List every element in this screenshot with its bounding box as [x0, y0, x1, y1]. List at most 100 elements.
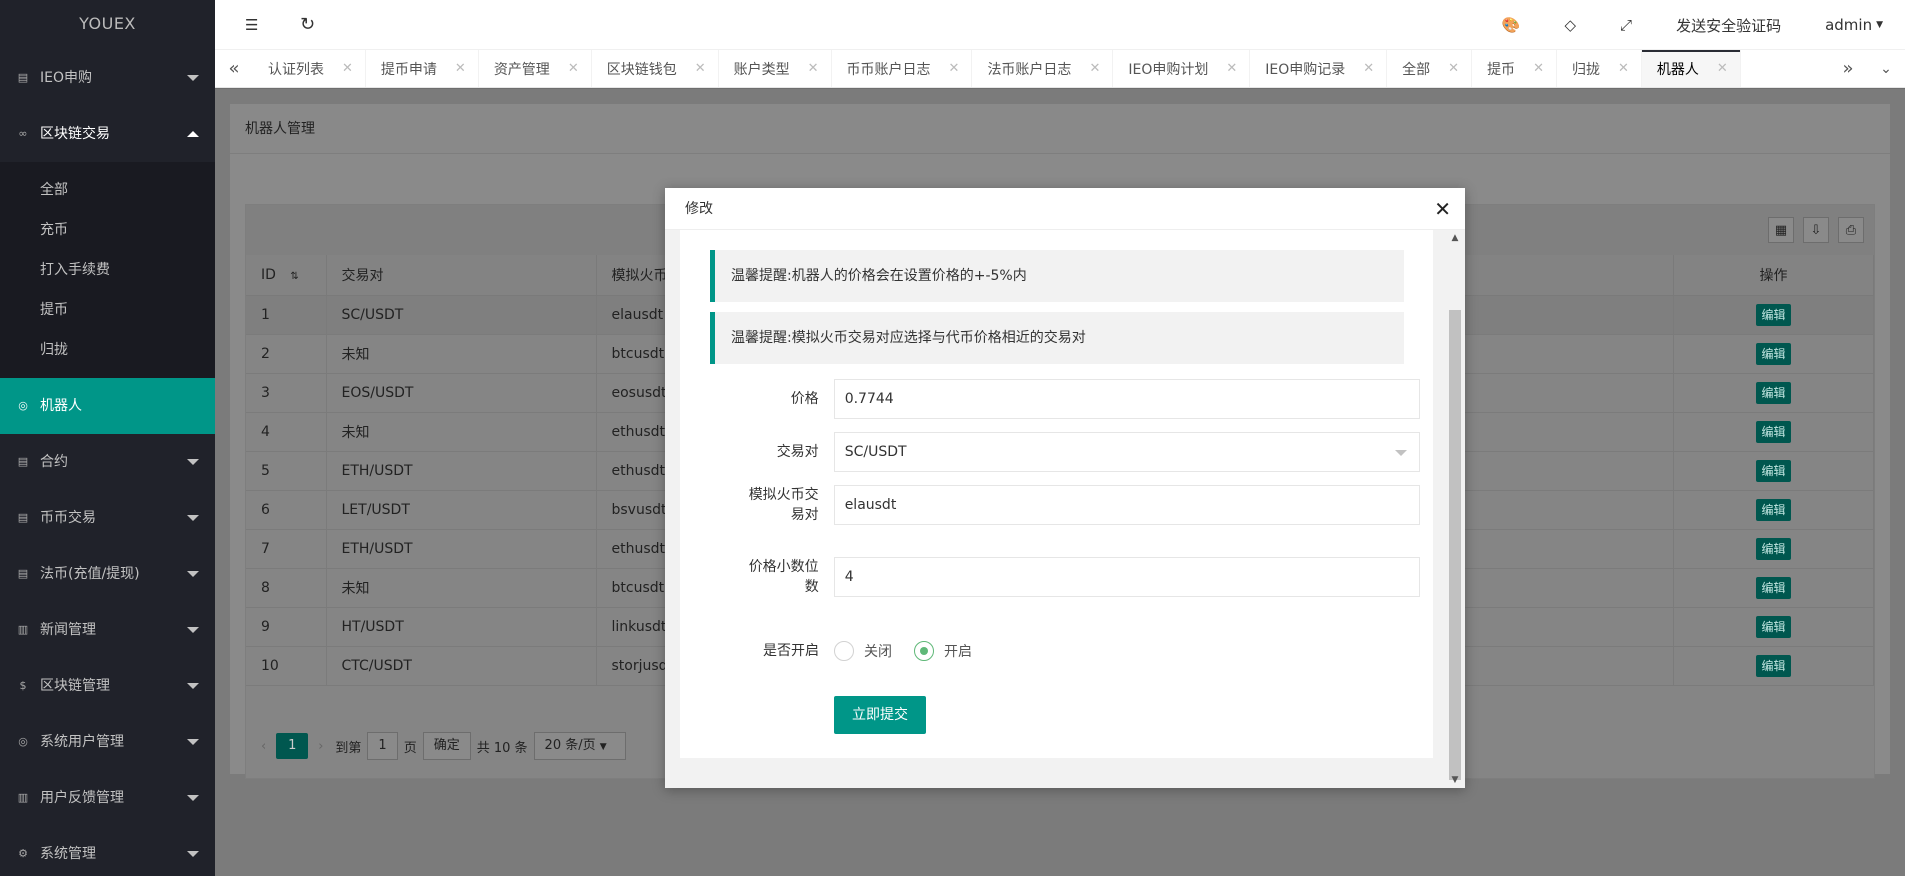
tab-ieo-plan[interactable]: IEO申购计划 ✕	[1113, 50, 1251, 87]
sidebar-item-fiat[interactable]: ▤ 法币(充值/提现)	[0, 546, 215, 602]
edit-button[interactable]: 编辑	[1756, 459, 1791, 482]
page-confirm-button[interactable]: 确定	[422, 732, 471, 760]
page-current[interactable]: 1	[276, 733, 309, 759]
fullscreen-icon[interactable]: ⤢	[1598, 16, 1654, 34]
cell-pair: ETH/USDT	[326, 451, 597, 491]
cell-pair: 未知	[326, 568, 597, 608]
scroll-down-icon[interactable]: ▼	[1449, 772, 1461, 788]
close-icon[interactable]: ✕	[1434, 188, 1451, 230]
news-icon: ▥	[17, 791, 29, 804]
close-icon[interactable]: ✕	[1363, 61, 1374, 76]
edit-button[interactable]: 编辑	[1756, 615, 1791, 638]
tab-auth-list[interactable]: 认证列表 ✕	[253, 50, 366, 87]
edit-button[interactable]: 编辑	[1756, 381, 1791, 404]
close-icon[interactable]: ✕	[455, 61, 466, 76]
tab-menu-chevron-icon[interactable]: ⌄	[1867, 50, 1905, 87]
tab-coin-log[interactable]: 币币账户日志 ✕	[832, 50, 973, 87]
refresh-icon[interactable]: ↻	[300, 0, 315, 50]
edit-button[interactable]: 编辑	[1756, 654, 1791, 677]
edit-button[interactable]: 编辑	[1756, 576, 1791, 599]
tab-withdraw[interactable]: 提币 ✕	[1472, 50, 1557, 87]
total-count: 共 10 条	[476, 740, 528, 756]
edit-button[interactable]: 编辑	[1756, 420, 1791, 443]
sim-label-line2: 易对	[790, 507, 819, 523]
document-icon: ▤	[17, 455, 29, 468]
scroll-up-icon[interactable]: ▲	[1449, 230, 1461, 246]
cell-id: 2	[246, 334, 327, 374]
close-icon[interactable]: ✕	[1089, 61, 1100, 76]
radio-off[interactable]: 关闭	[834, 641, 892, 661]
pair-select[interactable]: SC/USDT	[833, 432, 1420, 472]
tab-label: 机器人	[1656, 61, 1699, 78]
sidebar-item-news[interactable]: ▥ 新闻管理	[0, 602, 215, 658]
print-icon[interactable]: ⎙	[1838, 217, 1864, 243]
chevron-down-icon	[187, 683, 199, 689]
tab-scroll-left-icon[interactable]: «	[215, 50, 253, 87]
sidebar-subitem-deposit[interactable]: 充币	[0, 210, 215, 250]
sidebar-subitem-collect[interactable]: 归拢	[0, 330, 215, 370]
sim-input[interactable]: elausdt	[833, 485, 1420, 525]
sidebar-subitem-fee[interactable]: 打入手续费	[0, 250, 215, 290]
user-menu[interactable]: admin ▼	[1803, 16, 1905, 34]
tab-collect[interactable]: 归拢 ✕	[1557, 50, 1642, 87]
close-icon[interactable]: ✕	[808, 61, 819, 76]
sidebar-item-blockchain-trade[interactable]: ∞ 区块链交易	[0, 106, 215, 162]
close-icon[interactable]: ✕	[1618, 61, 1629, 76]
sidebar-item-sys-users[interactable]: ◎ 系统用户管理	[0, 714, 215, 770]
edit-button[interactable]: 编辑	[1756, 498, 1791, 521]
price-input[interactable]: 0.7744	[833, 379, 1420, 419]
close-icon[interactable]: ✕	[949, 61, 960, 76]
sort-icon[interactable]: ⇅	[290, 271, 298, 282]
tab-fiat-log[interactable]: 法币账户日志 ✕	[972, 50, 1114, 87]
close-icon[interactable]: ✕	[1533, 61, 1544, 76]
modal-scrollbar[interactable]: ▲ ▼	[1449, 230, 1461, 788]
close-icon[interactable]: ✕	[568, 61, 579, 76]
edit-button[interactable]: 编辑	[1756, 342, 1791, 365]
sidebar-item-contract[interactable]: ▤ 合约	[0, 434, 215, 490]
decimals-input[interactable]: 4	[833, 557, 1420, 597]
next-page-icon[interactable]: ›	[318, 739, 323, 754]
sidebar-subitem-withdraw[interactable]: 提币	[0, 290, 215, 330]
close-icon[interactable]: ✕	[1448, 61, 1459, 76]
per-page-select[interactable]: 20 条/页 ▼	[533, 732, 626, 760]
close-icon[interactable]: ✕	[1717, 61, 1728, 76]
sidebar-item-coin-trade[interactable]: ▤ 币币交易	[0, 490, 215, 546]
sidebar-item-robot[interactable]: ◎ 机器人	[0, 378, 215, 434]
sidebar-subitem-all[interactable]: 全部	[0, 170, 215, 210]
cell-actions: 编辑	[1673, 334, 1874, 374]
tab-all[interactable]: 全部 ✕	[1387, 50, 1473, 87]
cell-id: 5	[246, 451, 327, 491]
sidebar-item-system[interactable]: ⚙ 系统管理	[0, 826, 215, 876]
radio-on[interactable]: 开启	[914, 641, 972, 661]
close-icon[interactable]: ✕	[342, 61, 353, 76]
prev-page-icon[interactable]: ‹	[261, 739, 266, 754]
columns-icon[interactable]: ▦	[1768, 217, 1794, 243]
tab-wallet[interactable]: 区块链钱包 ✕	[592, 50, 719, 87]
edit-button[interactable]: 编辑	[1756, 537, 1791, 560]
submit-button[interactable]: 立即提交	[834, 696, 926, 734]
tab-withdraw-apply[interactable]: 提币申请 ✕	[366, 50, 479, 87]
edit-button[interactable]: 编辑	[1756, 303, 1791, 326]
send-code-link[interactable]: 发送安全验证码	[1654, 15, 1803, 36]
tab-robot[interactable]: 机器人 ✕	[1641, 50, 1741, 87]
sidebar-item-chain-admin[interactable]: $ 区块链管理	[0, 658, 215, 714]
pair-row: 交易对 SC/USDT	[710, 432, 1420, 472]
sidebar-item-feedback[interactable]: ▥ 用户反馈管理	[0, 770, 215, 826]
modal-body: 温馨提醒:机器人的价格会在设置价格的+-5%内 温馨提醒:模拟火币交易对应选择与…	[665, 230, 1465, 788]
menu-collapse-icon[interactable]: ☰	[245, 0, 258, 50]
sidebar-item-ieo[interactable]: ▤ IEO申购	[0, 50, 215, 106]
close-icon[interactable]: ✕	[1226, 61, 1237, 76]
tab-account-type[interactable]: 账户类型 ✕	[719, 50, 832, 87]
news-icon: ▥	[17, 623, 29, 636]
tab-scroll-right-icon[interactable]: »	[1829, 50, 1867, 87]
export-icon[interactable]: ⇩	[1803, 217, 1829, 243]
close-icon[interactable]: ✕	[695, 61, 706, 76]
tab-assets[interactable]: 资产管理 ✕	[479, 50, 592, 87]
page-number-input[interactable]: 1	[367, 732, 398, 760]
tag-icon[interactable]: ◇	[1543, 16, 1599, 34]
tab-ieo-record[interactable]: IEO申购记录 ✕	[1250, 50, 1388, 87]
theme-icon[interactable]: 🎨	[1480, 16, 1543, 34]
scroll-thumb[interactable]	[1449, 310, 1461, 780]
chevron-down-icon	[187, 459, 199, 465]
col-id[interactable]: ID ⇅	[246, 255, 327, 296]
